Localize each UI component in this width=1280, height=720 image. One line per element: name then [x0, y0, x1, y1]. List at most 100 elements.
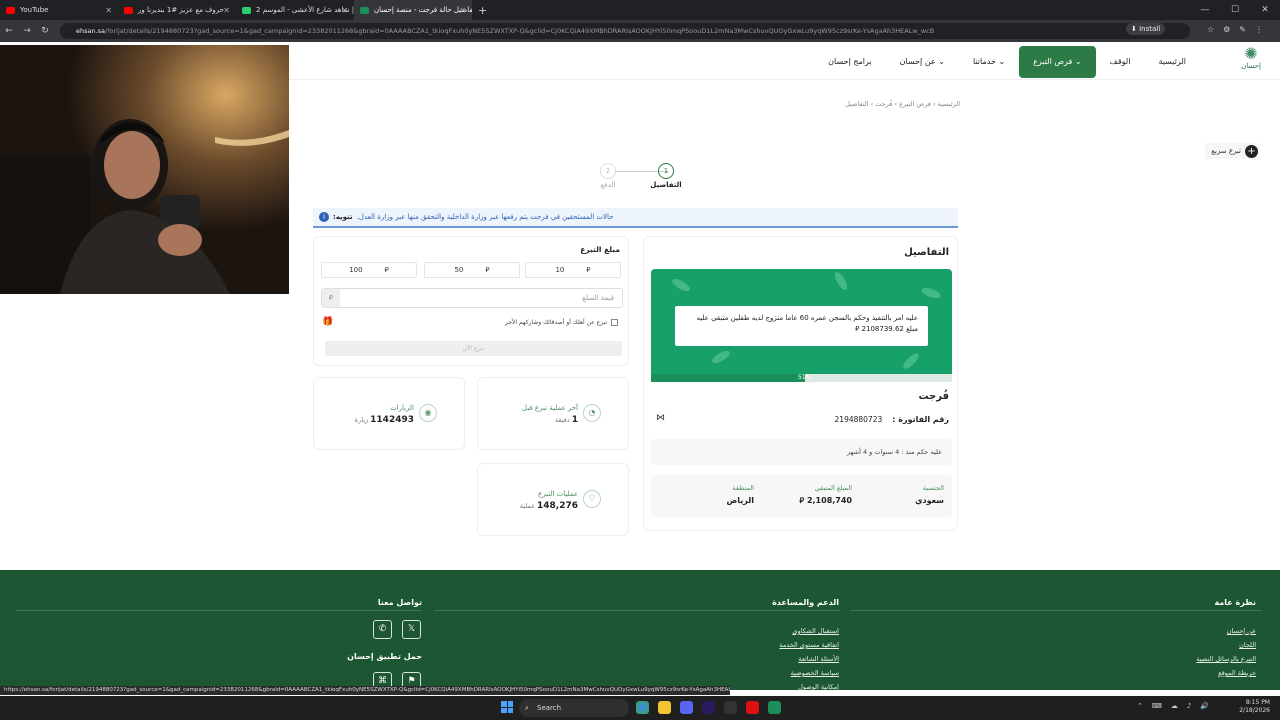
search-label: Search	[537, 704, 562, 712]
amount-option-100[interactable]: 100 ⃁	[321, 262, 417, 278]
riyal-icon: ⃁	[586, 266, 591, 274]
nav-waqf[interactable]: الوقف	[1096, 46, 1145, 78]
stat-label: عمليات التبرع	[538, 490, 578, 498]
minimize-icon[interactable]: —	[1190, 0, 1220, 20]
nav-label: فرص التبرع	[1033, 57, 1073, 66]
taskbar-apps	[636, 701, 781, 714]
footer-link[interactable]: عن إحسان	[1196, 624, 1256, 638]
footer-link[interactable]: التبرع بالرسائل النصية	[1196, 652, 1256, 666]
chrome-icon[interactable]	[636, 701, 649, 714]
footer-link[interactable]: اتفاقية مستوى الخدمة	[772, 638, 839, 652]
taskbar: ⌕ Search ⌃⌨☁♪🔊 8:15 PM 2/18/2026	[0, 696, 1280, 720]
leaf-decoration	[901, 351, 921, 371]
nav-programs[interactable]: برامج إحسان	[814, 46, 885, 78]
footer-link[interactable]: الأسئلة الشائعة	[772, 652, 839, 666]
amount-option-50[interactable]: 50 ⃁	[424, 262, 520, 278]
case-description: عليه امر بالتنفيذ وحكم بالسجن عمره 60 عا…	[675, 306, 928, 346]
quick-donate-button[interactable]: تبرع سريع +	[1205, 143, 1260, 159]
close-icon[interactable]: ✕	[223, 6, 230, 15]
progress-percent: 51%	[798, 374, 812, 381]
maximize-icon[interactable]: ☐	[1220, 0, 1250, 20]
amount-option-10[interactable]: 10 ⃁	[525, 262, 621, 278]
back-icon[interactable]: ←	[0, 26, 18, 36]
quick-donate-label: تبرع سريع	[1211, 147, 1241, 155]
chevron-down-icon: ⌄	[1074, 57, 1082, 66]
notice-banner: i تنويه: حالات المستحقين في فرجت يتم رفع…	[313, 208, 958, 228]
stat-value: 1142493زيارة	[355, 415, 414, 425]
webcam-image	[0, 45, 289, 294]
gift-checkbox[interactable]: تبرع عن أهلك أو أصدقائك وشاركهم الأجر	[505, 319, 618, 326]
browser-tab[interactable]: حروف مع عزيز #1 بنديرنا ور ✕	[118, 0, 236, 20]
ehsan-logo[interactable]: ✺ إحسان	[1238, 46, 1264, 76]
footer-link[interactable]: سياسة الخصوصية	[772, 666, 839, 680]
new-tab-icon[interactable]: +	[478, 4, 487, 17]
windows-start-icon[interactable]	[501, 701, 513, 713]
donate-now-button[interactable]: تبرع الآن	[325, 341, 622, 356]
plus-icon: +	[1245, 144, 1258, 158]
close-icon[interactable]: ✕	[459, 6, 466, 15]
footer-support: الدعم والمساعدة استقبال الشكاوى اتفاقية …	[772, 598, 839, 690]
folder-icon[interactable]	[658, 701, 671, 714]
option-value: 50	[454, 266, 464, 274]
footer-heading: نظرة عامة	[1214, 598, 1256, 607]
nav-services[interactable]: خدماتنا ⌄	[959, 46, 1019, 78]
clock[interactable]: 8:15 PM 2/18/2026	[1239, 699, 1270, 715]
footer-link[interactable]: استقبال الشكاوى	[772, 624, 839, 638]
nav-donation-opportunities[interactable]: فرص التبرع ⌄	[1019, 46, 1096, 78]
amount-input[interactable]: قيمة المبلغ ⃁	[321, 288, 623, 308]
close-window-icon[interactable]: ✕	[1250, 0, 1280, 20]
taskbar-search[interactable]: ⌕ Search	[519, 699, 629, 717]
footer-link[interactable]: إمكانية الوصول	[772, 680, 839, 690]
breadcrumb[interactable]: الرئيسية › فرص التبرع › فُرجت › التفاصيل	[845, 100, 960, 108]
premiere-icon[interactable]	[702, 701, 715, 714]
status-bar-url: https://ehsan.sa/forijat/details/2194880…	[0, 686, 730, 695]
site-footer: نظرة عامة عن إحسان اللجان التبرع بالرسائ…	[0, 570, 1280, 690]
discord-icon[interactable]	[680, 701, 693, 714]
x-twitter-icon[interactable]: 𝕏	[402, 620, 421, 639]
step-details: 1 التفاصيل	[646, 160, 686, 189]
url-field[interactable]: ehsan.sa/forijat/details/2194880723?gad_…	[60, 23, 1190, 39]
nav-about[interactable]: عن إحسان ⌄	[886, 46, 959, 78]
nav-home[interactable]: الرئيسية	[1144, 46, 1200, 78]
notice-title: تنويه:	[333, 213, 353, 221]
app-icon[interactable]	[724, 701, 737, 714]
eye-icon: ◉	[419, 404, 437, 422]
stepper: 2 الدفع 1 التفاصيل	[588, 160, 698, 192]
donation-amount-card: مبلغ التبرع 100 ⃁ 50 ⃁ 10 ⃁ قيمة المبلغ ⃁ تب…	[313, 236, 629, 366]
browser-tab[interactable]: شاهد شارع الأعشى - الموسم 2 | ✕	[236, 0, 354, 20]
browser-tab[interactable]: YouTube ✕	[0, 0, 118, 20]
reload-icon[interactable]: ↻	[36, 26, 54, 36]
app-icon[interactable]	[746, 701, 759, 714]
close-icon[interactable]: ✕	[341, 6, 348, 15]
step-number: 1	[658, 163, 674, 179]
case-meta: الجنسية سعودي المبلغ المتبقي 2,108,740 ⃁ ا…	[651, 475, 952, 517]
app-icon[interactable]	[768, 701, 781, 714]
ehsan-icon	[360, 6, 369, 14]
close-icon[interactable]: ✕	[105, 6, 112, 15]
footer-link[interactable]: اللجان	[1196, 638, 1256, 652]
gift-icon[interactable]: 🎁	[322, 317, 333, 327]
checkbox[interactable]	[611, 319, 618, 326]
stat-number: 1142493	[370, 415, 414, 425]
stat-unit: زيارة	[354, 416, 369, 424]
extensions-icons[interactable]: ☆⚙✎⋮	[1207, 25, 1272, 34]
share-icon[interactable]: ⋈	[656, 413, 665, 423]
install-button[interactable]: ⬇ Install	[1126, 23, 1166, 35]
browser-tab-active[interactable]: تفاصيل حالة فرجت - منصة إحسان ✕	[354, 0, 472, 20]
leaf-decoration	[670, 276, 692, 294]
meta-label: الجنسية	[922, 484, 944, 492]
nav-label: خدماتنا	[972, 57, 996, 66]
footer-heading: تواصل معنا	[377, 598, 422, 607]
step-payment: 2 الدفع	[588, 160, 628, 189]
meta-value: 2,108,740 ⃁	[799, 496, 852, 505]
stat-card-visits: ◉ الزيارات 1142493زيارة	[313, 377, 465, 450]
forward-icon[interactable]: →	[18, 26, 36, 36]
tray-icons[interactable]: ⌃⌨☁♪🔊	[1137, 702, 1218, 710]
progress-bar: 51%	[651, 374, 952, 382]
meta-label: المنطقة	[732, 484, 754, 492]
phone-icon[interactable]: ✆	[373, 620, 392, 639]
footer-link[interactable]: خريطة الموقع	[1196, 666, 1256, 680]
url-path: /forijat/details/2194880723?gad_source=1…	[105, 27, 935, 35]
meta-nationality: الجنسية سعودي	[915, 484, 944, 505]
divider	[16, 610, 422, 611]
